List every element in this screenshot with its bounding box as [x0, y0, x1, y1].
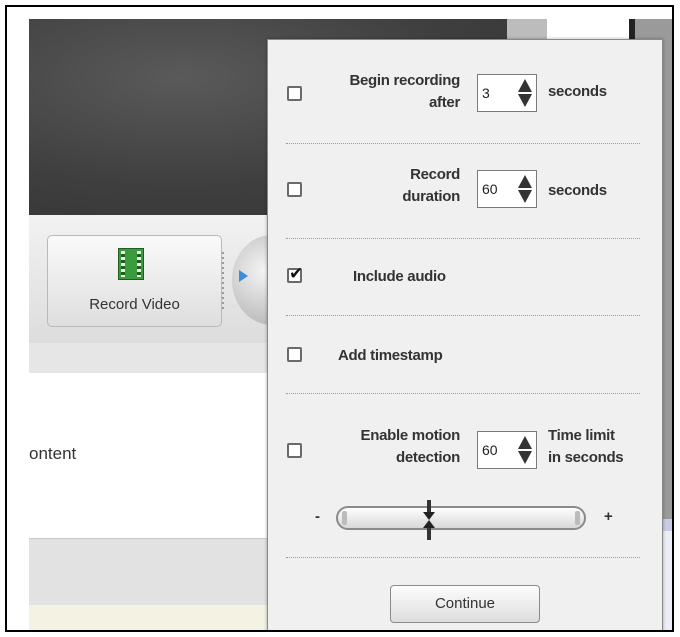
up-arrow-icon[interactable] — [517, 435, 533, 450]
film-icon — [118, 248, 144, 280]
toolbar-bottom-bar — [29, 343, 269, 374]
play-icon — [239, 270, 248, 282]
add-timestamp-label: Add timestamp — [338, 347, 443, 364]
record-duration-label-line1: Record — [410, 166, 460, 183]
slider-track-cap — [575, 511, 580, 525]
include-audio-label: Include audio — [353, 268, 446, 285]
motion-detection-label-line2: detection — [396, 449, 460, 466]
record-duration-value: 60 — [482, 181, 498, 197]
row-divider — [286, 315, 640, 316]
slider-track-cap — [342, 511, 347, 525]
down-arrow-icon[interactable] — [517, 93, 533, 108]
record-duration-unit: seconds — [548, 182, 607, 199]
motion-time-limit-unit-line2: in seconds — [548, 449, 624, 466]
footer-bar — [29, 538, 269, 606]
slider-plus-label: + — [604, 508, 613, 525]
record-video-button[interactable]: Record Video — [47, 235, 222, 327]
motion-detection-label-line1: Enable motion — [360, 427, 461, 444]
record-video-label: Record Video — [89, 296, 180, 313]
begin-recording-label-line1: Begin recording — [349, 72, 460, 89]
motion-time-limit-stepper[interactable]: 60 — [477, 431, 537, 469]
record-duration-label-line2: duration — [402, 188, 460, 205]
motion-detection-checkbox[interactable] — [287, 443, 302, 458]
continue-button[interactable]: Continue — [390, 585, 540, 623]
status-bar — [29, 605, 269, 630]
row-divider — [286, 557, 640, 558]
include-audio-checkbox[interactable] — [287, 264, 303, 284]
up-arrow-icon[interactable] — [517, 174, 533, 189]
slider-minus-label: - — [315, 508, 320, 525]
motion-sensitivity-slider[interactable] — [336, 506, 586, 530]
down-arrow-icon[interactable] — [517, 189, 533, 204]
content-label: ontent — [29, 444, 77, 463]
begin-delay-stepper[interactable]: 3 — [477, 74, 537, 112]
row-divider — [286, 238, 640, 239]
begin-recording-checkbox[interactable] — [287, 86, 302, 101]
begin-delay-value: 3 — [482, 85, 490, 101]
up-arrow-icon[interactable] — [517, 78, 533, 93]
row-divider — [286, 143, 640, 144]
motion-time-limit-value: 60 — [482, 442, 498, 458]
slider-thumb[interactable] — [422, 500, 436, 540]
row-divider — [286, 393, 640, 394]
window-frame: Record Video ontent Begin recording afte… — [5, 5, 674, 632]
down-arrow-icon[interactable] — [517, 450, 533, 465]
add-timestamp-checkbox[interactable] — [287, 347, 302, 362]
motion-time-limit-unit-line1: Time limit — [548, 427, 615, 444]
begin-delay-unit: seconds — [548, 83, 607, 100]
record-duration-checkbox[interactable] — [287, 182, 302, 197]
begin-recording-label-line2: after — [428, 94, 460, 111]
toolbar-separator — [222, 252, 224, 312]
recording-options-panel: Begin recording after 3 seconds Record d… — [267, 39, 663, 630]
record-duration-stepper[interactable]: 60 — [477, 170, 537, 208]
